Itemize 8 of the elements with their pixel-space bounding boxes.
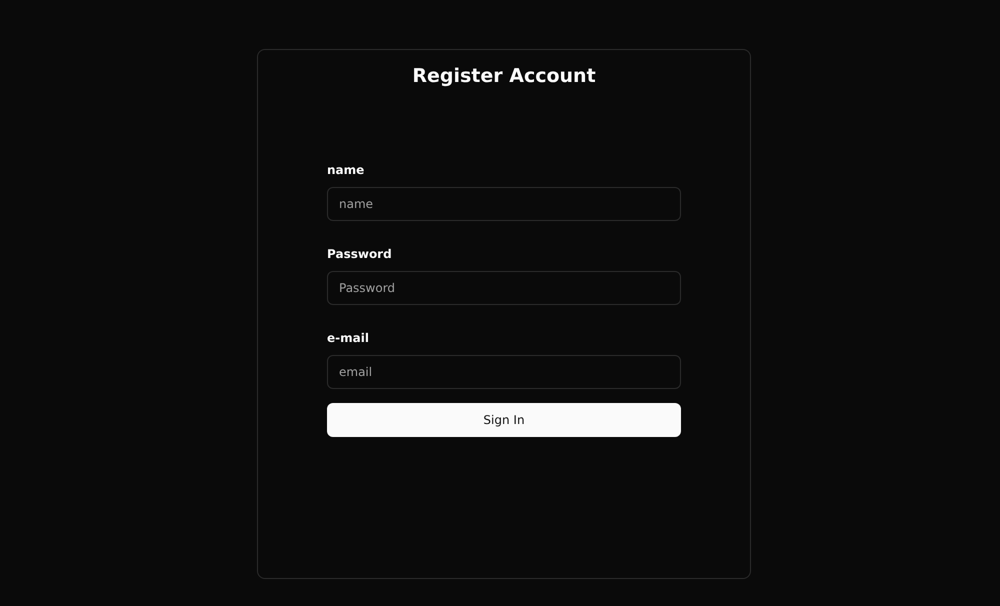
input-field[interactable]: email [327,355,681,389]
field-label: e-mail [327,331,370,346]
form-title: Register Account [411,64,597,89]
sign-in-button[interactable]: Sign In [327,403,681,437]
input-field[interactable]: Password [327,271,681,305]
input-field[interactable]: name [327,187,681,221]
field-label: name [327,163,366,178]
field-label: Password [327,247,393,262]
